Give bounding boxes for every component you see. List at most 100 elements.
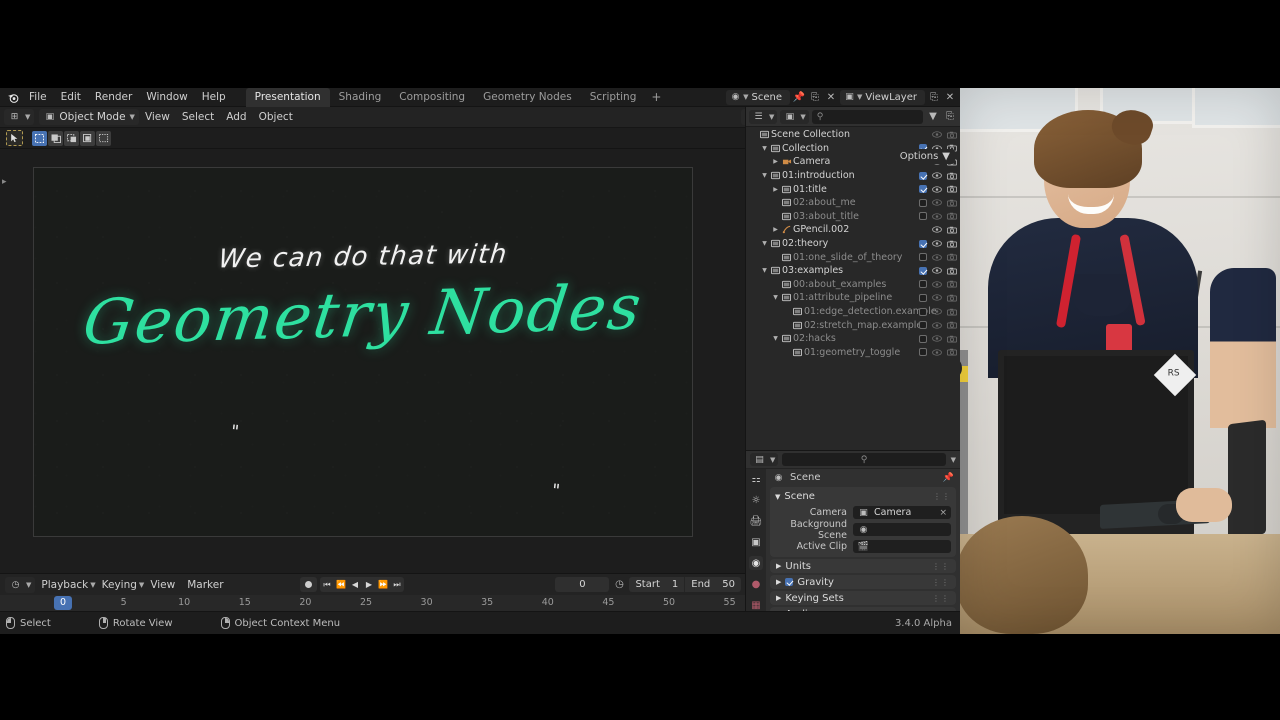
outliner-exclude-checkbox[interactable] [919, 334, 927, 343]
select-extend-icon[interactable] [48, 130, 63, 146]
timeline-playhead-badge[interactable]: 0 [53, 596, 73, 610]
tab-texture[interactable]: ▦ [749, 598, 763, 612]
new-collection-icon[interactable]: ⎘ [943, 109, 957, 124]
chevron-down-icon[interactable]: ▼ [760, 172, 769, 179]
render-camera-icon[interactable] [947, 320, 957, 330]
outliner-exclude-checkbox[interactable] [919, 212, 927, 221]
record-keyframes-button[interactable] [300, 577, 317, 592]
tab-scene[interactable]: ◉ [749, 556, 763, 570]
visibility-eye-icon[interactable] [932, 307, 942, 317]
menu-window[interactable]: Window [139, 88, 194, 107]
background-scene-value-field[interactable]: ◉ [853, 523, 951, 536]
tweak-tool-icon[interactable] [6, 130, 23, 146]
outliner-row[interactable]: ▶01:edge_detection.example [746, 305, 960, 319]
chevron-down-icon[interactable]: ▼ [760, 267, 769, 274]
new-viewlayer-icon[interactable]: ⎘ [927, 90, 941, 105]
render-camera-icon[interactable] [947, 266, 957, 276]
render-camera-icon[interactable] [947, 198, 957, 208]
visibility-eye-icon[interactable] [932, 171, 942, 181]
outliner-exclude-checkbox[interactable] [919, 266, 927, 275]
display-mode-dropdown[interactable]: ▣ ▼ [780, 109, 809, 124]
delete-viewlayer-icon[interactable]: ✕ [943, 90, 957, 105]
outliner-exclude-checkbox[interactable] [919, 280, 927, 289]
blender-logo-icon[interactable] [4, 90, 22, 105]
outliner-row[interactable]: ▼ 03:examples [746, 264, 960, 278]
clear-camera-icon[interactable]: × [939, 508, 947, 518]
jump-to-end-icon[interactable]: ⏭ [390, 577, 404, 592]
visibility-eye-icon[interactable] [932, 239, 942, 249]
tab-tool[interactable]: ⚏ [749, 472, 763, 486]
pin-scene-icon[interactable]: 📌 [792, 90, 806, 105]
end-frame-value[interactable]: 50 [716, 577, 741, 592]
sidebar-expand-arrow-icon[interactable]: ▸ [2, 177, 7, 187]
render-camera-icon[interactable] [947, 252, 957, 262]
tab-view-layer[interactable]: ▣ [749, 535, 763, 549]
viewport-menu-object[interactable]: Object [253, 111, 299, 123]
viewport-menu-view[interactable]: View [139, 111, 176, 123]
keying-sets-panel-header[interactable]: ▶ Keying Sets ⋮⋮ [770, 591, 956, 605]
current-frame-field[interactable]: 0 [555, 577, 610, 592]
play-icon[interactable]: ▶ [362, 577, 376, 592]
gravity-checkbox[interactable] [785, 578, 794, 586]
scene-selector[interactable]: ◉ ▼ Scene [726, 89, 790, 105]
outliner-exclude-checkbox[interactable] [919, 348, 927, 357]
chevron-right-icon[interactable]: ▶ [771, 226, 780, 233]
outliner-row[interactable]: ▶01:geometry_toggle [746, 346, 960, 360]
visibility-eye-icon[interactable] [932, 279, 942, 289]
properties-search-input[interactable]: ⚲ [782, 453, 946, 466]
render-camera-icon[interactable] [947, 184, 957, 194]
chevron-down-icon[interactable]: ▼ [760, 145, 769, 152]
outliner-row[interactable]: ▶02:stretch_map.example [746, 318, 960, 332]
jump-to-start-icon[interactable]: ⏮ [320, 577, 334, 592]
add-workspace-button[interactable]: + [645, 88, 667, 107]
select-set-icon[interactable] [32, 130, 47, 146]
render-camera-icon[interactable] [947, 307, 957, 317]
viewport-menu-add[interactable]: Add [220, 111, 252, 123]
camera-value-field[interactable]: ▣ Camera × [853, 506, 951, 519]
outliner-exclude-checkbox[interactable] [919, 321, 927, 330]
outliner-exclude-checkbox[interactable] [919, 171, 927, 180]
outliner-exclude-checkbox[interactable] [919, 239, 927, 248]
frame-range-field[interactable]: Start 1 End 50 [629, 577, 741, 592]
visibility-eye-icon[interactable] [932, 334, 942, 344]
menu-help[interactable]: Help [195, 88, 233, 107]
outliner-exclude-checkbox[interactable] [919, 307, 927, 316]
outliner-row[interactable]: ▶00:about_examples [746, 278, 960, 292]
render-camera-icon[interactable] [947, 347, 957, 357]
visibility-eye-icon[interactable] [932, 198, 942, 208]
active-clip-value-field[interactable]: 🎬 [853, 540, 951, 553]
render-camera-icon[interactable] [947, 211, 957, 221]
outliner-row[interactable]: ▶Scene Collection [746, 128, 960, 142]
new-scene-icon[interactable]: ⎘ [808, 90, 822, 105]
outliner-editor-type-button[interactable]: ☰ ▼ [749, 109, 778, 124]
select-intersect-icon[interactable] [96, 130, 111, 146]
menu-edit[interactable]: Edit [54, 88, 88, 107]
visibility-eye-icon[interactable] [932, 252, 942, 262]
properties-editor-type-button[interactable]: ▤ ▼ [750, 453, 779, 466]
tab-output[interactable]: 🖨 [749, 514, 763, 528]
chevron-down-icon[interactable]: ▼ [760, 240, 769, 247]
outliner-row[interactable]: ▶02:about_me [746, 196, 960, 210]
menu-file[interactable]: File [22, 88, 54, 107]
visibility-eye-icon[interactable] [932, 130, 942, 140]
chevron-down-icon[interactable]: ▼ [771, 335, 780, 342]
timeline-editor-type-button[interactable]: ◷ ▼ [5, 576, 36, 593]
visibility-eye-icon[interactable] [932, 184, 942, 194]
outliner-exclude-checkbox[interactable] [919, 253, 927, 262]
drag-handle-icon[interactable]: ⋮⋮ [933, 492, 951, 501]
timeline-menu-marker[interactable]: Marker [181, 579, 229, 591]
render-camera-icon[interactable] [947, 279, 957, 289]
viewport-menu-select[interactable]: Select [176, 111, 220, 123]
visibility-eye-icon[interactable] [932, 293, 942, 303]
object-mode-dropdown[interactable]: ▣ Object Mode ▼ [39, 109, 139, 125]
tab-render[interactable]: ☼ [749, 493, 763, 507]
timeline-menu-view[interactable]: View [144, 579, 181, 591]
pin-icon[interactable]: 📌 [943, 473, 954, 483]
outliner-row[interactable]: ▼ 02:theory [746, 237, 960, 251]
timeline-menu-keying[interactable]: Keying [96, 579, 143, 591]
render-camera-icon[interactable] [947, 293, 957, 303]
tab-scripting[interactable]: Scripting [581, 88, 646, 107]
outliner-row[interactable]: ▶ 01:title [746, 182, 960, 196]
viewport-options-dropdown[interactable]: Options ▼ [894, 149, 955, 164]
outliner-row[interactable]: ▶03:about_title [746, 210, 960, 224]
